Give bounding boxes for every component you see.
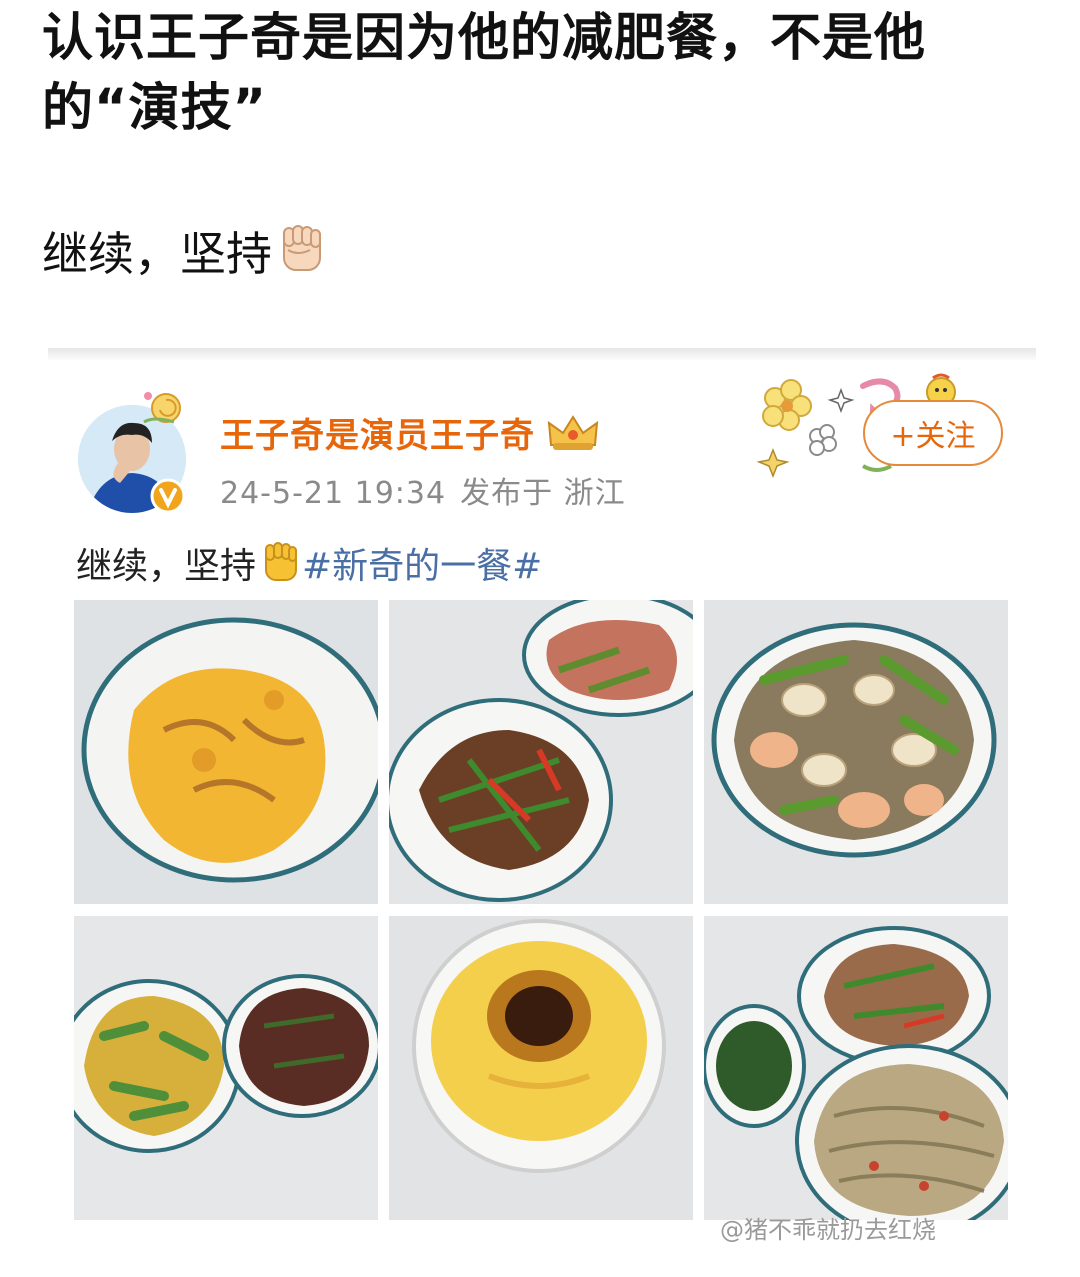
embedded-post-card[interactable]: 王子奇是演员王子奇 24-5-21 19:34 发布于 浙江 +关注 继续，坚持: [48, 360, 1036, 1275]
watermark: @猪不乖就扔去红烧: [720, 1216, 936, 1244]
post-title: 认识王子奇是因为他的减肥餐，不是他的“演技”: [42, 9, 927, 138]
embedded-post-body: 继续，坚持: [76, 546, 257, 587]
hashtag-link[interactable]: #新奇的一餐#: [302, 546, 542, 587]
post-body: 继续，坚持: [42, 222, 328, 284]
username[interactable]: 王子奇是演员王子奇: [220, 408, 601, 457]
follow-button[interactable]: +关注: [863, 400, 1003, 466]
photo-1-scrambled-eggs[interactable]: [74, 600, 378, 904]
photo-5-steamed-egg-custard[interactable]: [389, 916, 693, 1220]
post-body-text: 继续，坚持: [42, 227, 272, 281]
photo-3-mushroom-stirfry[interactable]: [704, 600, 1008, 904]
photo-2-beef-and-bacon[interactable]: [389, 600, 693, 904]
crown-badge-icon: [547, 415, 599, 450]
post-date: 24-5-21 19:34: [220, 476, 447, 511]
post-meta: 24-5-21 19:34 发布于 浙江: [220, 468, 640, 512]
photo-4-cucumber-egg-and-beef[interactable]: [74, 916, 378, 1220]
photo-6-noodles-and-greens[interactable]: [704, 916, 1008, 1220]
raised-fist-emoji-icon-yellow: [265, 542, 298, 581]
snail-sticker-icon: [143, 392, 181, 424]
embedded-post-text: 继续，坚持 #新奇的一餐#: [76, 540, 542, 592]
username-text[interactable]: 王子奇是演员王子奇: [220, 416, 535, 456]
verified-badge-icon: [150, 478, 186, 514]
post-location: 发布于 浙江: [460, 476, 626, 511]
raised-fist-emoji-icon: [283, 225, 321, 271]
